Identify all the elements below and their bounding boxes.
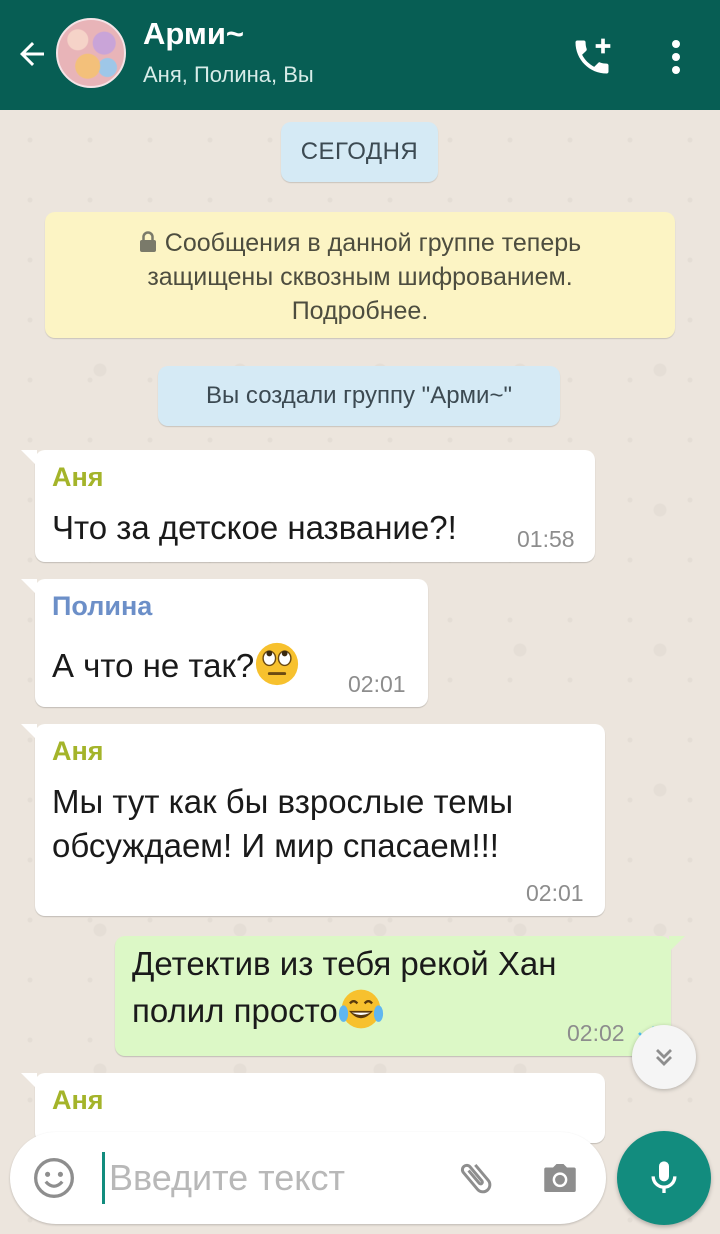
message-bubble[interactable]: Полина А что не так? 02:01 bbox=[21, 579, 428, 707]
group-created-notice: Вы создали группу "Арми~" bbox=[158, 366, 560, 426]
message-time: 02:01 bbox=[526, 880, 584, 906]
emoji-button[interactable] bbox=[30, 1154, 78, 1202]
message-text: Детектив из тебя рекой Хан полил просто bbox=[132, 942, 557, 1033]
encryption-notice[interactable]: Сообщения в данной группе теперь защищен… bbox=[45, 212, 675, 338]
message-sender: Аня bbox=[52, 736, 104, 766]
message-text-line: полил просто bbox=[132, 986, 557, 1033]
camera-icon bbox=[544, 1164, 576, 1192]
group-avatar[interactable] bbox=[56, 18, 126, 88]
message-text-content: А что не так? bbox=[52, 647, 255, 684]
message-bubble[interactable]: Аня Что за детское название?! 01:58 bbox=[21, 450, 595, 562]
message-bubble-outgoing[interactable]: Детектив из тебя рекой Хан полил просто … bbox=[115, 936, 685, 1056]
camera-button[interactable] bbox=[536, 1154, 584, 1202]
message-time: 02:01 bbox=[348, 671, 406, 697]
arrow-back-icon bbox=[20, 42, 44, 66]
face-with-tears-of-joy-icon bbox=[338, 989, 383, 1029]
chat-title[interactable]: Арми~ bbox=[143, 16, 244, 52]
chat-area[interactable]: СЕГОДНЯ Сообщения в данной группе теперь… bbox=[0, 110, 720, 1234]
encryption-notice-line-1: Сообщения в данной группе теперь bbox=[45, 226, 675, 260]
message-text-line: Детектив из тебя рекой Хан bbox=[132, 945, 557, 982]
message-text: А что не так? bbox=[52, 641, 300, 688]
lock-icon bbox=[139, 231, 156, 252]
message-text: Что за детское название?! bbox=[52, 509, 457, 546]
add-call-button[interactable] bbox=[565, 30, 619, 84]
more-vert-icon bbox=[672, 40, 680, 74]
paperclip-icon bbox=[460, 1163, 492, 1194]
double-chevron-down-icon bbox=[656, 1049, 672, 1066]
attach-button[interactable] bbox=[452, 1154, 500, 1202]
encryption-learn-more[interactable]: Подробнее. bbox=[45, 294, 675, 328]
back-button[interactable] bbox=[8, 30, 56, 78]
message-time: 01:58 bbox=[517, 526, 575, 552]
chat-participants[interactable]: Аня, Полина, Вы bbox=[143, 62, 314, 88]
message-sender: Полина bbox=[52, 591, 153, 621]
message-bubble[interactable]: Аня Мы тут как бы взрослые темы обсуждае… bbox=[21, 724, 605, 916]
scroll-to-bottom-button[interactable] bbox=[632, 1025, 696, 1089]
chat-header: Арми~ Аня, Полина, Вы bbox=[0, 0, 720, 110]
add-call-icon bbox=[575, 38, 611, 74]
message-text-line: обсуждаем! И мир спасаем!!! bbox=[52, 827, 499, 864]
mic-icon bbox=[651, 1161, 677, 1193]
face-with-rolling-eyes-icon bbox=[256, 642, 299, 686]
message-input[interactable] bbox=[102, 1152, 432, 1204]
encryption-notice-line-2: защищены сквозным шифрованием. bbox=[147, 263, 573, 291]
emoji-icon bbox=[34, 1158, 74, 1198]
date-divider: СЕГОДНЯ bbox=[281, 122, 438, 182]
message-sender: Аня bbox=[52, 462, 104, 492]
message-time: 02:02 bbox=[567, 1020, 625, 1046]
voice-message-button[interactable] bbox=[617, 1131, 711, 1225]
message-sender: Аня bbox=[52, 1085, 104, 1115]
message-text: Мы тут как бы взрослые темы обсуждаем! И… bbox=[52, 780, 513, 868]
more-options-button[interactable] bbox=[650, 30, 702, 84]
message-composer bbox=[10, 1132, 606, 1224]
message-text-line: Мы тут как бы взрослые темы bbox=[52, 783, 514, 820]
